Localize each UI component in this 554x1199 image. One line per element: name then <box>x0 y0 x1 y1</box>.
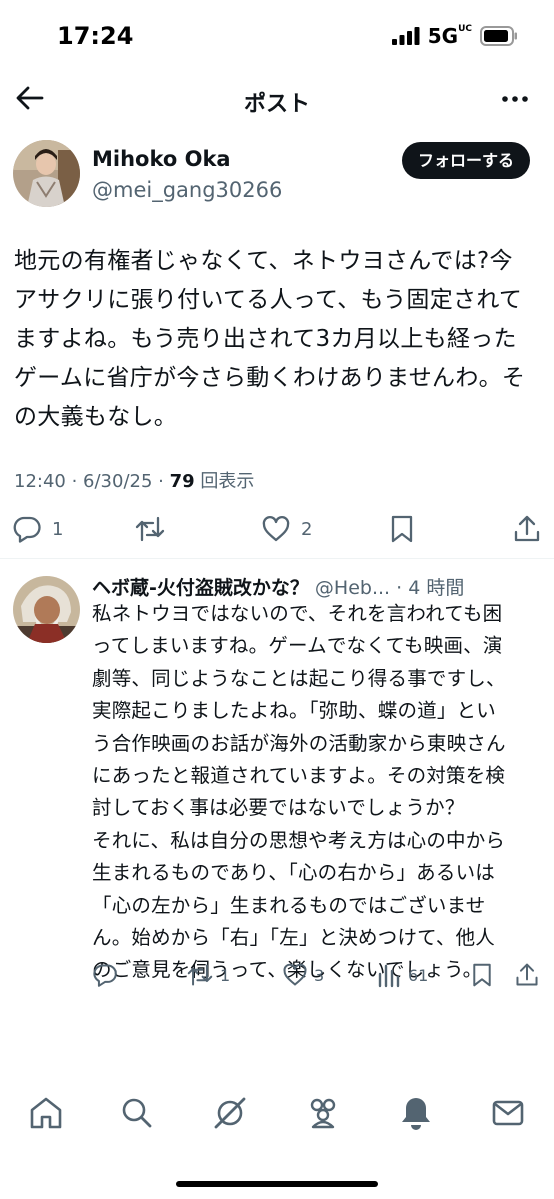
reply-like-button[interactable]: 3 <box>282 962 324 988</box>
reply-views-button[interactable]: 61 <box>376 962 428 988</box>
reply-text-line: ってしまいますね。ゲームでなくても映画、演 <box>92 634 503 658</box>
reply-text-line: にあったと報道されていますよ。その対策を検 <box>92 764 506 788</box>
bottom-tab-bar <box>0 1085 554 1145</box>
like-count: 2 <box>301 518 313 540</box>
post-text-line: 地元の有権者じゃなくて、ネトウヨさんでは?今 <box>14 248 513 274</box>
home-icon[interactable] <box>26 1093 66 1133</box>
home-indicator[interactable] <box>176 1181 378 1187</box>
reply-text-line: 実際起こりましたよね。「弥助、蝶の道」とい <box>92 699 496 723</box>
reply-repost-count: 1 <box>220 965 231 985</box>
reply-bookmark-button[interactable] <box>470 962 494 988</box>
post-action-bar: 1 2 <box>0 510 554 550</box>
avatar[interactable] <box>13 140 80 207</box>
post-text-line: アサクリに張り付いてる人って、もう固定されて <box>14 287 523 313</box>
reply-time: · 4 時間 <box>390 577 465 599</box>
reply-author-handle[interactable]: @Heb... <box>309 577 390 599</box>
like-icon <box>283 963 307 986</box>
signal-icon <box>391 27 420 45</box>
reply-icon <box>13 516 41 543</box>
reply-header: ヘボ蔵-火付盗賊改かな？ @Heb... · 4 時間 <box>92 573 542 600</box>
share-button[interactable] <box>512 514 542 544</box>
reply-text-line: 討しておく事は必要ではないでしょうか？ <box>92 796 465 820</box>
reply-count: 1 <box>52 518 64 540</box>
bookmark-icon <box>391 515 413 543</box>
network-label: 5GUC <box>427 24 472 48</box>
view-count: 79 <box>169 471 195 492</box>
post-meta: 12:40 · 6/30/25 · 79 回表示 <box>14 467 254 493</box>
nav-header: ポスト <box>0 70 554 130</box>
reply-text-line: それに、私は自分の思想や考え方は心の中から <box>92 828 506 852</box>
status-time: 17:24 <box>57 22 134 50</box>
reply-action-bar: 1 3 61 <box>0 960 554 994</box>
views-icon <box>378 964 400 988</box>
reply-icon <box>93 964 117 987</box>
reply-text-line: う合作映画のお話が海外の活動家から東映さん <box>92 731 506 755</box>
grok-icon[interactable] <box>210 1093 250 1133</box>
more-icon[interactable] <box>500 84 530 114</box>
communities-icon[interactable] <box>303 1093 343 1133</box>
like-icon <box>262 516 290 542</box>
view-count-label: 回表示 <box>194 471 255 492</box>
post-timestamp[interactable]: 12:40 · 6/30/25 · <box>14 471 170 492</box>
reply-text-line: 「心の左から」生まれるものではございませ <box>92 893 486 917</box>
repost-icon <box>135 516 165 542</box>
reply-text-line: 生まれるものであり、「心の右から」あるいは <box>92 861 495 885</box>
post-author: Mihoko Oka @mei_gang30266 フォローする <box>0 140 554 220</box>
battery-icon <box>480 26 517 46</box>
follow-button[interactable]: フォローする <box>401 142 530 179</box>
author-handle[interactable]: @mei_gang30266 <box>92 178 282 202</box>
reply-button[interactable]: 1 <box>12 514 63 544</box>
page-title: ポスト <box>243 92 310 117</box>
post-text-line: の大義もなし。 <box>14 404 178 430</box>
like-button[interactable]: 2 <box>261 514 312 544</box>
reply-repost-button[interactable]: 1 <box>186 962 230 988</box>
reply-text-line: 私ネトウヨではないので、それを言われても困 <box>92 602 503 625</box>
reply-view-count: 61 <box>408 965 429 985</box>
reply-text: 私ネトウヨではないので、それを言われても困 ってしまいますね。ゲームでなくても映… <box>92 598 544 987</box>
divider <box>0 558 554 559</box>
bookmark-icon <box>473 963 491 987</box>
repost-icon <box>187 964 213 986</box>
share-icon <box>514 515 540 542</box>
search-icon[interactable] <box>117 1093 157 1133</box>
post-text: 地元の有権者じゃなくて、ネトウヨさんでは?今 アサクリに張り付いてる人って、もう… <box>14 242 544 437</box>
bookmark-button[interactable] <box>388 514 416 544</box>
post-text-line: ゲームに省庁が今さら動くわけありませんわ。そ <box>14 365 526 391</box>
reply-share-button[interactable] <box>514 962 540 988</box>
reply-author-name[interactable]: ヘボ蔵-火付盗賊改かな？ <box>92 577 309 599</box>
status-indicators: 5GUC <box>391 24 518 48</box>
author-name[interactable]: Mihoko Oka <box>92 147 231 171</box>
back-arrow-icon[interactable] <box>14 82 46 114</box>
messages-icon[interactable] <box>488 1093 528 1133</box>
reply-reply-button[interactable] <box>92 962 124 988</box>
reply-text-line: ん。始めから「右」「左」と決めつけて、他人 <box>92 926 495 950</box>
notifications-icon[interactable] <box>396 1093 436 1133</box>
share-icon <box>516 963 538 986</box>
repost-button[interactable] <box>134 514 176 544</box>
status-bar: 17:24 5GUC <box>0 0 554 70</box>
post-text-line: ますよね。もう売り出されて3カ月以上も経った <box>14 326 517 352</box>
reply-like-count: 3 <box>314 965 325 985</box>
reply-avatar[interactable] <box>13 576 80 643</box>
reply-text-line: 劇等、同じようなことは起こり得る事ですし、 <box>92 666 506 690</box>
